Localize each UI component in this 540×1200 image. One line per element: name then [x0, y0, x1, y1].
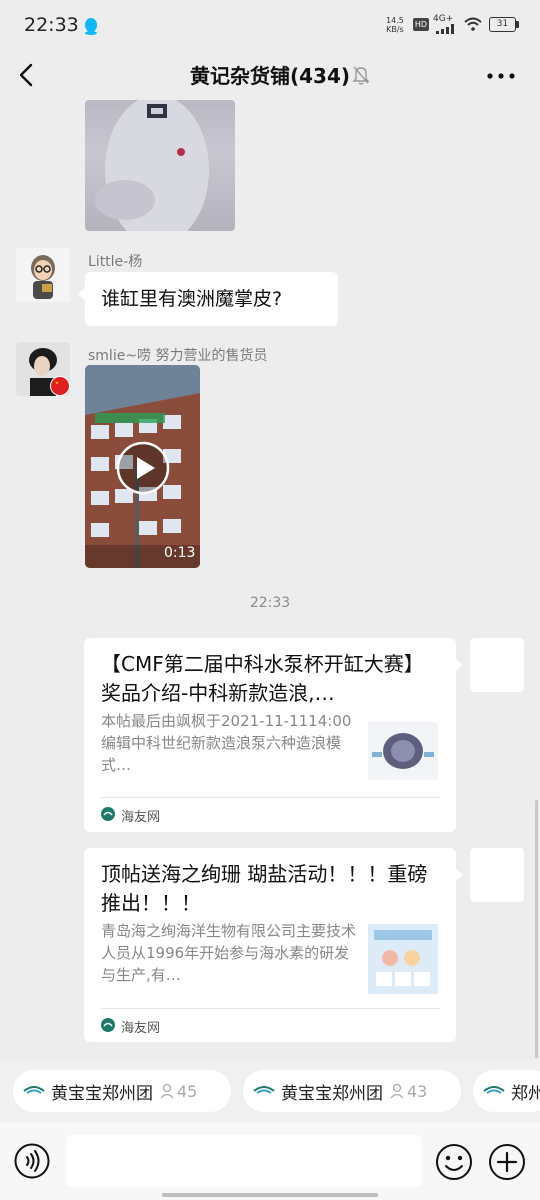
more-options-icon[interactable]: [487, 73, 515, 79]
chip-label: 黄宝宝郑州团: [281, 1083, 383, 1104]
home-indicator[interactable]: [162, 1193, 378, 1197]
snow-photo-icon: [95, 100, 209, 231]
card-title: 【CMF第二届中科水泵杯开缸大赛】奖品介绍-中科新款造浪,…: [101, 652, 424, 705]
card-source: 海友网: [121, 810, 161, 825]
play-button-icon[interactable]: [115, 440, 171, 496]
chip-member-count: 43: [389, 1082, 427, 1101]
voice-input-icon[interactable]: [14, 1143, 50, 1179]
cartoon-avatar-icon: [16, 248, 70, 302]
qq-icon: [85, 18, 97, 35]
chip-member-count: 45: [159, 1082, 197, 1101]
message-input[interactable]: [66, 1135, 422, 1187]
group-chip[interactable]: 黄宝宝郑州团 45: [13, 1070, 231, 1112]
chat-title: 黄记杂货铺(434): [189, 64, 351, 88]
avatar[interactable]: [16, 248, 70, 302]
image-message[interactable]: [85, 100, 235, 231]
status-bar: [0, 0, 540, 52]
self-avatar[interactable]: [470, 848, 524, 902]
promo-poster-icon: [368, 924, 438, 994]
sender-name: Little-杨: [88, 254, 143, 270]
text-message-bubble[interactable]: 谁缸里有澳洲魔掌皮?: [85, 272, 338, 326]
bubble-tail: [455, 658, 463, 672]
eye-logo-icon: [483, 1086, 505, 1094]
person-icon: [160, 1083, 174, 1099]
card-thumbnail: [368, 924, 438, 994]
wave-pump-icon: [368, 722, 438, 780]
signal-icon: [436, 24, 454, 34]
mute-bell-icon: [352, 66, 370, 85]
net-speed: 14.5 KB/s: [386, 16, 404, 34]
wifi-icon: [464, 17, 482, 31]
message-timestamp: 22:33: [249, 595, 291, 611]
source-logo-icon: [101, 807, 115, 821]
group-chip[interactable]: 郑州: [473, 1070, 540, 1112]
scrollbar[interactable]: [535, 800, 538, 1058]
add-icon[interactable]: [488, 1143, 526, 1181]
flag-badge-icon: [50, 376, 70, 396]
eye-logo-icon: [23, 1086, 45, 1094]
card-description: 本帖最后由飒枫于2021-11-1114:00编辑中科世纪新款造浪泵六种造浪模式…: [101, 712, 352, 774]
battery-cap: [516, 21, 519, 28]
card-thumbnail: [368, 722, 438, 780]
bubble-tail: [455, 868, 463, 882]
card-divider: [101, 797, 441, 798]
status-time: 22:33: [24, 14, 79, 36]
group-chip[interactable]: 黄宝宝郑州团 43: [243, 1070, 461, 1112]
network-type: 4G+: [433, 14, 454, 24]
sender-name: smlie~唠 努力营业的售货员: [88, 348, 268, 364]
battery-indicator: 31: [489, 17, 516, 32]
chip-label: 郑州: [511, 1083, 540, 1104]
card-source: 海友网: [121, 1021, 161, 1036]
video-duration: 0:13: [164, 545, 196, 561]
eye-logo-icon: [253, 1086, 275, 1094]
chip-label: 黄宝宝郑州团: [51, 1083, 153, 1104]
card-title: 顶帖送海之绚珊 瑚盐活动！！！重磅推出！！！: [101, 862, 428, 915]
source-logo-icon: [101, 1018, 115, 1032]
self-avatar[interactable]: [470, 638, 524, 692]
hd-badge: HD: [413, 18, 429, 31]
card-description: 青岛海之绚海洋生物有限公司主要技术人员从1996年开始参与海水素的研发与生产,有…: [101, 922, 357, 984]
emoji-icon[interactable]: [435, 1143, 473, 1181]
person-icon: [390, 1083, 404, 1099]
card-divider: [101, 1008, 441, 1009]
